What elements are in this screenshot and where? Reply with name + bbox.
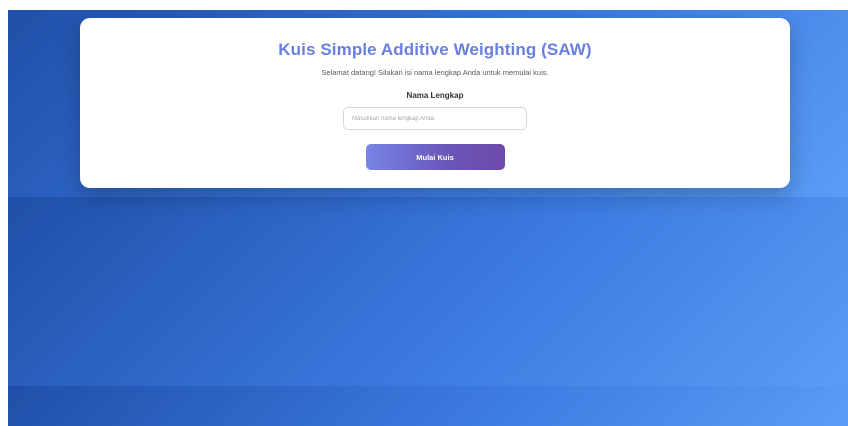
page-title: Kuis Simple Additive Weighting (SAW) [278, 40, 592, 59]
full-name-input[interactable] [343, 107, 527, 130]
background-band [8, 197, 848, 386]
quiz-start-card: Kuis Simple Additive Weighting (SAW) Sel… [80, 18, 790, 188]
name-label: Nama Lengkap [406, 91, 464, 100]
background-band [8, 386, 848, 426]
start-quiz-button[interactable]: Mulai Kuis [365, 144, 505, 170]
page-viewport: Kuis Simple Additive Weighting (SAW) Sel… [8, 10, 848, 426]
welcome-text: Selamat datang! Silakan isi nama lengkap… [321, 68, 549, 77]
